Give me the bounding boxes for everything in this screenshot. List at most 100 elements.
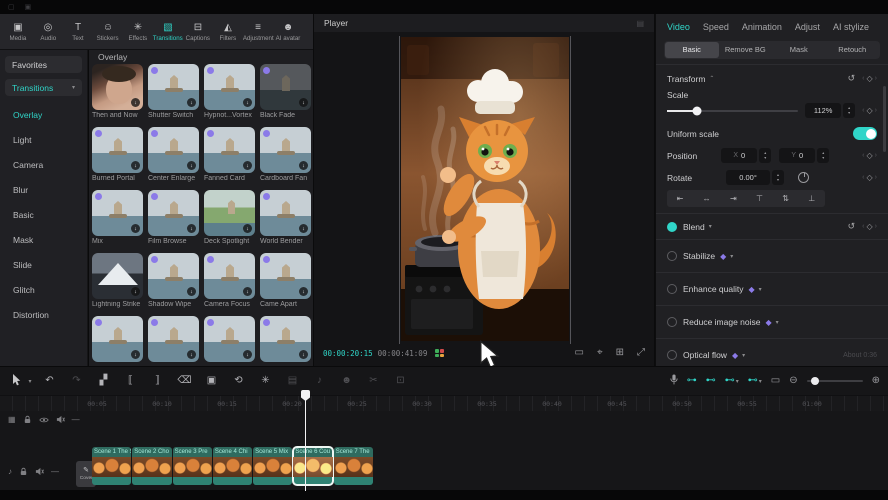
- tab-speed[interactable]: Speed: [703, 22, 729, 32]
- lock-track-icon[interactable]: [23, 415, 32, 424]
- transition-item[interactable]: ↓Shadow Wipe: [148, 253, 199, 308]
- timeline-clip[interactable]: Scene 5 Mix: [253, 447, 292, 485]
- blend-keyframe-control[interactable]: ‹◇›: [862, 222, 877, 231]
- position-x-field[interactable]: X0: [721, 148, 757, 163]
- track-menu-dash[interactable]: —: [72, 416, 80, 424]
- redo-button[interactable]: ↷: [63, 376, 90, 386]
- position-x-stepper[interactable]: ▴▾: [759, 148, 771, 163]
- align-center-vertical-icon[interactable]: ⇅: [782, 194, 789, 203]
- tab-animation[interactable]: Animation: [742, 22, 782, 32]
- rotate-dial[interactable]: [798, 172, 809, 183]
- snap-toggle-icon[interactable]: ⊶: [687, 376, 697, 386]
- render-indicator-icon[interactable]: [435, 349, 444, 357]
- timeline-clip-selected[interactable]: Scene 6 Cou: [293, 447, 332, 485]
- timeline-clip[interactable]: Scene 2 Cho: [132, 447, 171, 485]
- subtab-retouch[interactable]: Retouch: [826, 42, 880, 58]
- zoom-slider-knob[interactable]: [811, 377, 819, 385]
- toolbar-item-text[interactable]: TText: [63, 22, 93, 42]
- transition-item[interactable]: ↓Film Browse: [148, 190, 199, 245]
- rotate-keyframe-control[interactable]: ‹◇›: [862, 173, 877, 182]
- subtab-remove-bg[interactable]: Remove BG: [719, 42, 773, 58]
- chevron-down-icon[interactable]: ▾: [759, 286, 762, 293]
- align-bottom-icon[interactable]: ⊥: [808, 194, 815, 203]
- split-tool[interactable]: ▞: [90, 376, 117, 386]
- trim-right-tool[interactable]: ⟧: [144, 376, 171, 386]
- subtab-basic[interactable]: Basic: [665, 42, 719, 58]
- scale-value-field[interactable]: 112%: [805, 103, 841, 118]
- transition-item[interactable]: ↓Lightning Strike: [92, 253, 143, 308]
- transition-item[interactable]: ↓Came Apart: [260, 253, 311, 308]
- timeline-clip[interactable]: Scene 1 The S: [92, 447, 131, 485]
- sidebar-item-blur[interactable]: Blur: [0, 177, 87, 202]
- timeline-clip[interactable]: Scene 7 The: [334, 447, 373, 485]
- scale-stepper[interactable]: ▴▾: [843, 103, 855, 118]
- chevron-down-icon[interactable]: ▾: [776, 319, 779, 326]
- position-keyframe-control[interactable]: ‹◇›: [862, 151, 877, 160]
- sidebar-item-light[interactable]: Light: [0, 127, 87, 152]
- toolbar-item-media[interactable]: ▣Media: [3, 22, 33, 42]
- zoom-out-icon[interactable]: ⊖: [789, 376, 797, 386]
- transition-item[interactable]: ↓: [148, 316, 199, 362]
- align-top-icon[interactable]: ⊤: [756, 194, 763, 203]
- smart-edit-tool[interactable]: ✳: [252, 376, 279, 386]
- app-window-icon[interactable]: ▣: [25, 4, 32, 11]
- preview-axis-icon[interactable]: ▭: [771, 376, 780, 386]
- transition-item[interactable]: ↓: [260, 316, 311, 362]
- zoom-in-icon[interactable]: ⊕: [872, 376, 880, 386]
- app-menu-icon[interactable]: ▢: [8, 4, 15, 11]
- toolbar-item-filters[interactable]: ◭Filters: [213, 22, 243, 42]
- trim-left-tool[interactable]: ⟦: [117, 376, 144, 386]
- transition-item[interactable]: ↓Burned Portal: [92, 127, 143, 182]
- ratio-icon[interactable]: ▭: [575, 348, 584, 358]
- toolbar-item-adjustment[interactable]: ≡Adjustment: [243, 22, 273, 42]
- sidebar-item-camera[interactable]: Camera: [0, 152, 87, 177]
- align-center-horizontal-icon[interactable]: ↔: [703, 194, 711, 203]
- optical-flow-checkbox[interactable]: [667, 350, 677, 360]
- timeline-zoom-slider[interactable]: [807, 380, 863, 382]
- rotate-value-field[interactable]: 0.00°: [726, 170, 770, 185]
- toolbar-item-audio[interactable]: ◎Audio: [33, 22, 63, 42]
- transition-item[interactable]: ↓: [92, 316, 143, 362]
- freeze-frame-tool[interactable]: ▣: [198, 376, 225, 386]
- transition-item[interactable]: ↓Deck Spotlight: [204, 190, 255, 245]
- collapse-caret-icon[interactable]: ⌃: [709, 75, 714, 82]
- align-right-icon[interactable]: ⇥: [730, 194, 737, 203]
- transition-item[interactable]: ↓Camera Focus: [204, 253, 255, 308]
- transform-keyframe-control[interactable]: ‹◇›: [862, 74, 877, 83]
- video-preview[interactable]: [399, 36, 571, 344]
- transition-item[interactable]: ↓Shutter Switch: [148, 64, 199, 119]
- sidebar-favorites[interactable]: Favorites: [5, 56, 82, 73]
- transition-item[interactable]: ↓Hypnot...Vortex: [204, 64, 255, 119]
- delete-button[interactable]: ⌫: [171, 376, 198, 386]
- sidebar-item-overlay[interactable]: Overlay: [0, 102, 87, 127]
- select-tool-caret[interactable]: ▾: [24, 378, 36, 385]
- transition-item[interactable]: ↓Mix: [92, 190, 143, 245]
- reverse-tool[interactable]: ⟲: [225, 376, 252, 386]
- chevron-down-icon[interactable]: ▾: [742, 352, 745, 359]
- transition-item[interactable]: ↓World Bender: [260, 190, 311, 245]
- undo-button[interactable]: ↶: [36, 376, 63, 386]
- tab-video[interactable]: Video: [667, 22, 690, 32]
- transition-item[interactable]: ↓: [204, 316, 255, 362]
- hide-track-icon[interactable]: [39, 416, 49, 424]
- transition-item[interactable]: ↓Center Enlarge: [148, 127, 199, 182]
- toolbar-item-captions[interactable]: ⊟Captions: [183, 22, 213, 42]
- player-options-icon[interactable]: ▤: [636, 19, 644, 28]
- enhance-quality-checkbox[interactable]: [667, 284, 677, 294]
- scale-slider-knob[interactable]: [693, 106, 702, 115]
- sidebar-item-basic[interactable]: Basic: [0, 202, 87, 227]
- sidebar-item-distortion[interactable]: Distortion: [0, 302, 87, 327]
- toolbar-item-effects[interactable]: ✳Effects: [123, 22, 153, 42]
- tab-adjust[interactable]: Adjust: [795, 22, 820, 32]
- transition-item[interactable]: ↓Cardboard Fan: [260, 127, 311, 182]
- toolbar-item-stickers[interactable]: ☺Stickers: [93, 22, 123, 42]
- reset-transform-icon[interactable]: ↺: [848, 73, 856, 84]
- reset-blend-icon[interactable]: ↺: [848, 221, 856, 232]
- tab-ai-stylize[interactable]: AI stylize: [833, 22, 869, 32]
- sidebar-item-glitch[interactable]: Glitch: [0, 277, 87, 302]
- mirror-projection-icon[interactable]: ⊞: [616, 348, 624, 358]
- cut-tool[interactable]: ✂: [360, 376, 387, 386]
- screen-tool[interactable]: ⊡: [387, 376, 414, 386]
- rotate-stepper[interactable]: ▴▾: [772, 170, 784, 185]
- subtab-mask[interactable]: Mask: [772, 42, 826, 58]
